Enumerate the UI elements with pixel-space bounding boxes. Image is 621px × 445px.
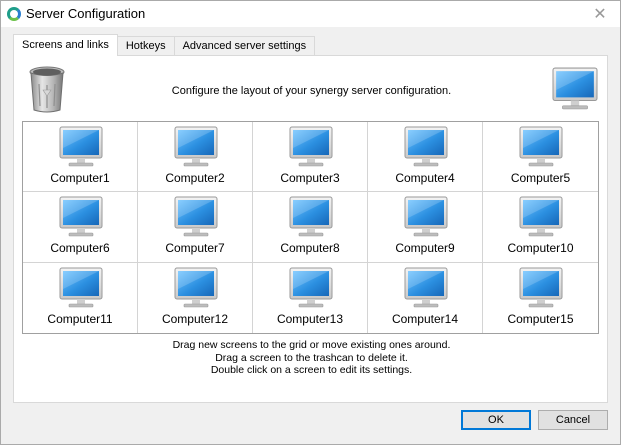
monitor-icon bbox=[404, 196, 448, 238]
synergy-app-icon bbox=[7, 7, 21, 21]
screen-label: Computer15 bbox=[507, 311, 574, 326]
screen-label: Computer3 bbox=[280, 171, 340, 185]
tab-hotkeys[interactable]: Hotkeys bbox=[116, 36, 175, 56]
screen-label: Computer8 bbox=[280, 241, 340, 256]
monitor-icon bbox=[289, 126, 333, 168]
screen-label: Computer1 bbox=[50, 171, 110, 185]
screen-cell[interactable]: Computer6 bbox=[23, 192, 138, 263]
screen-label: Computer11 bbox=[47, 311, 113, 326]
ok-button[interactable]: OK bbox=[461, 410, 531, 430]
monitor-icon bbox=[59, 126, 103, 168]
server-configuration-window: Server Configuration ✕ Screens and links… bbox=[0, 0, 621, 445]
new-screen-monitor-icon[interactable] bbox=[551, 67, 599, 111]
instruction-line: Drag a screen to the trashcan to delete … bbox=[215, 351, 408, 364]
screens-and-links-panel: Configure the layout of your synergy ser… bbox=[13, 55, 608, 403]
screen-cell[interactable]: Computer3 bbox=[253, 122, 368, 193]
screen-cell[interactable]: Computer12 bbox=[138, 262, 253, 333]
monitor-icon bbox=[404, 267, 448, 309]
screen-label: Computer9 bbox=[395, 241, 455, 256]
instructions-text: Drag new screens to the grid or move exi… bbox=[14, 339, 609, 377]
close-icon[interactable]: ✕ bbox=[588, 3, 612, 25]
screen-cell[interactable]: Computer1 bbox=[23, 122, 138, 193]
instruction-line: Double click on a screen to edit its set… bbox=[210, 364, 413, 376]
screen-cell[interactable]: Computer7 bbox=[138, 192, 253, 263]
screen-cell[interactable]: Computer14 bbox=[368, 262, 483, 333]
tab-bar: Screens and links Hotkeys Advanced serve… bbox=[13, 34, 316, 56]
screen-cell[interactable]: Computer10 bbox=[483, 192, 598, 263]
monitor-icon bbox=[289, 196, 333, 238]
monitor-icon bbox=[404, 126, 448, 168]
screen-cell[interactable]: Computer9 bbox=[368, 192, 483, 263]
screen-label: Computer10 bbox=[507, 241, 574, 256]
screen-label: Computer12 bbox=[161, 311, 229, 326]
screen-cell[interactable]: Computer4 bbox=[368, 122, 483, 193]
monitor-icon bbox=[519, 126, 563, 168]
screen-cell[interactable]: Computer11 bbox=[23, 262, 138, 333]
screen-label: Computer4 bbox=[395, 171, 455, 185]
monitor-icon bbox=[174, 267, 218, 309]
cancel-button[interactable]: Cancel bbox=[538, 410, 608, 430]
monitor-icon bbox=[59, 267, 103, 309]
layout-description: Configure the layout of your synergy ser… bbox=[171, 85, 452, 97]
screen-label: Computer14 bbox=[391, 311, 459, 326]
tab-advanced-server-settings[interactable]: Advanced server settings bbox=[173, 36, 316, 56]
monitor-icon bbox=[519, 196, 563, 238]
screen-cell[interactable]: Computer8 bbox=[253, 192, 368, 263]
window-title: Server Configuration bbox=[26, 6, 146, 21]
screen-label: Computer7 bbox=[165, 241, 225, 256]
screen-label: Computer13 bbox=[276, 311, 344, 326]
monitor-icon bbox=[519, 267, 563, 309]
screen-label: Computer6 bbox=[50, 241, 110, 256]
monitor-icon bbox=[174, 126, 218, 168]
monitor-icon bbox=[59, 196, 103, 238]
screen-cell[interactable]: Computer13 bbox=[253, 262, 368, 333]
screen-cell[interactable]: Computer2 bbox=[138, 122, 253, 193]
screen-layout-grid[interactable]: Computer1 Computer2 Computer3 Computer4 Comp… bbox=[22, 121, 599, 334]
monitor-icon bbox=[289, 267, 333, 309]
tab-screens-and-links[interactable]: Screens and links bbox=[13, 34, 118, 56]
screen-label: Computer2 bbox=[165, 171, 225, 185]
screen-cell[interactable]: Computer15 bbox=[483, 263, 598, 333]
title-bar: Server Configuration ✕ bbox=[1, 1, 620, 27]
instruction-line: Drag new screens to the grid or move exi… bbox=[172, 339, 451, 351]
screen-cell[interactable]: Computer5 bbox=[483, 122, 598, 193]
monitor-icon bbox=[174, 196, 218, 238]
screen-label: Computer5 bbox=[510, 171, 571, 185]
